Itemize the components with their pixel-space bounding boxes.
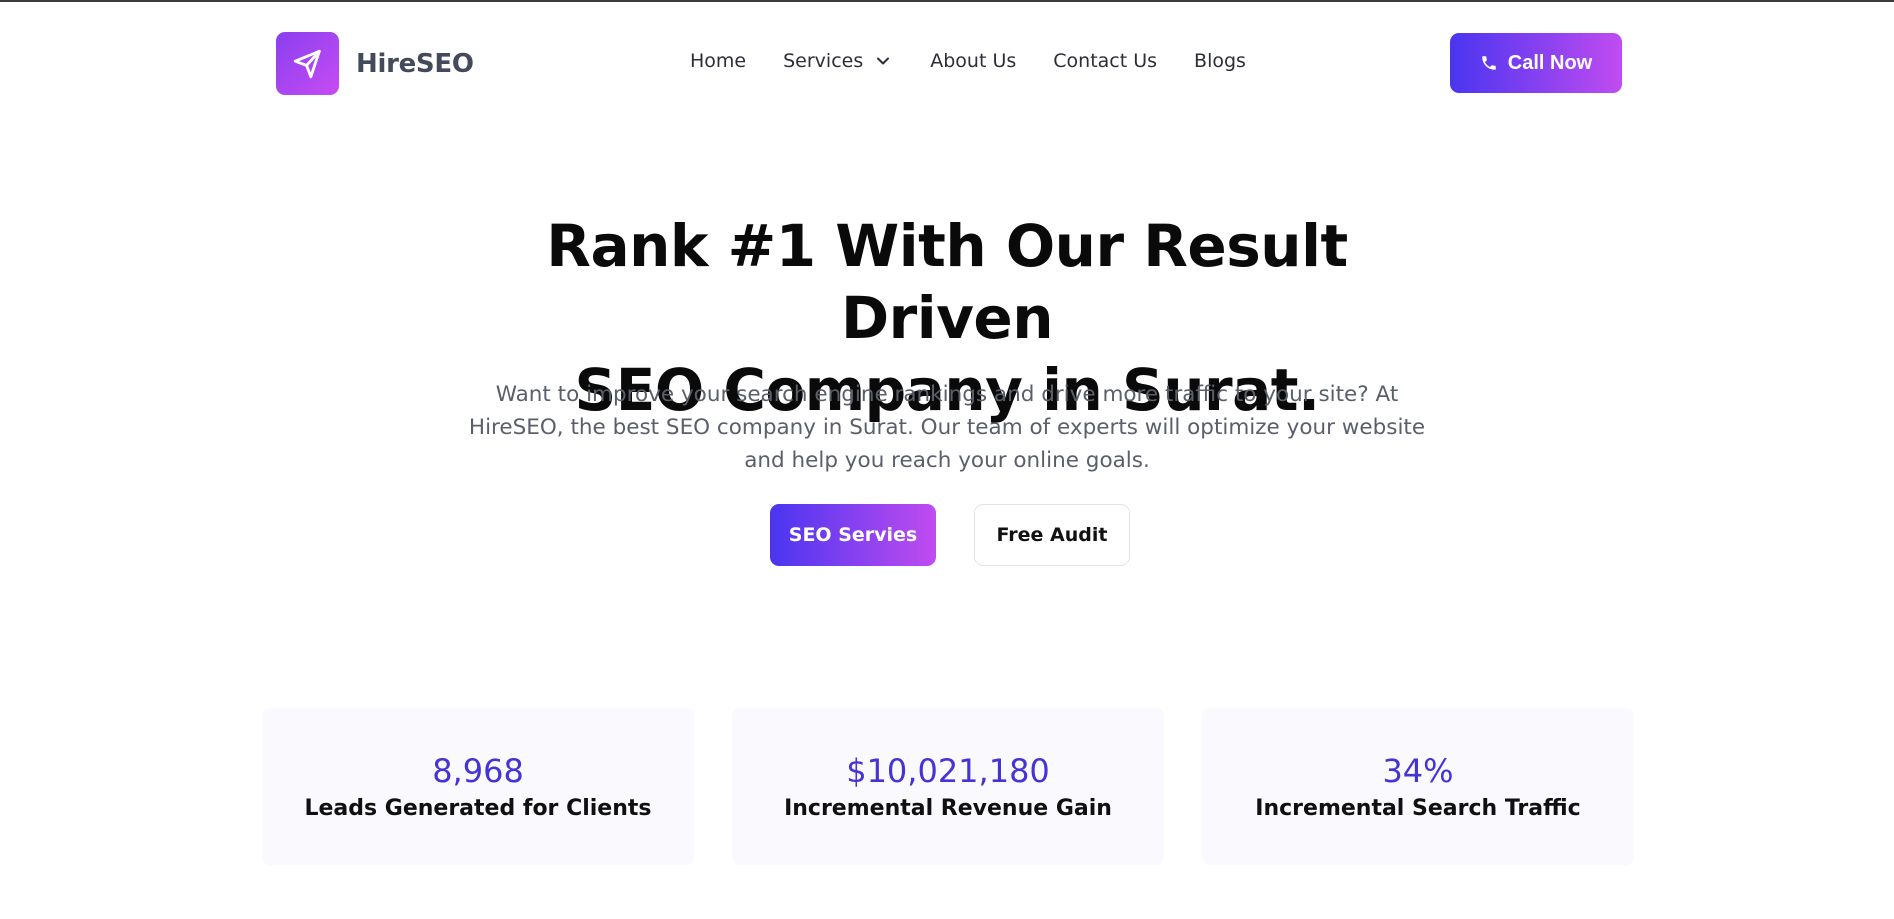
stats-section: 8,968 Leads Generated for Clients $10,02… xyxy=(262,708,1634,865)
stat-card-leads: 8,968 Leads Generated for Clients xyxy=(262,708,694,865)
site-header: HireSEO Home Services About Us Contact U… xyxy=(0,0,1894,126)
hero-title-line1: Rank #1 With Our Result Driven xyxy=(546,212,1348,352)
hero-actions: SEO Servies Free Audit xyxy=(770,504,1130,566)
call-now-button[interactable]: Call Now xyxy=(1450,33,1622,93)
nav-home-label: Home xyxy=(690,50,747,72)
stat-value: $10,021,180 xyxy=(846,752,1050,790)
nav-about-us-label: About Us xyxy=(930,50,1017,72)
stat-value: 34% xyxy=(1382,752,1454,790)
nav-services[interactable]: Services xyxy=(783,50,893,72)
nav-contact-us[interactable]: Contact Us xyxy=(1053,50,1157,72)
stat-label: Leads Generated for Clients xyxy=(304,796,652,821)
brand-name: HireSEO xyxy=(356,48,474,79)
logo-link[interactable]: HireSEO xyxy=(276,32,474,95)
call-now-label: Call Now xyxy=(1507,51,1593,74)
nav-blogs-label: Blogs xyxy=(1194,50,1246,72)
stat-value: 8,968 xyxy=(432,752,524,790)
main-nav: Home Services About Us Contact Us Blogs xyxy=(690,50,1246,72)
paper-plane-icon xyxy=(276,32,339,95)
nav-services-label: Services xyxy=(783,50,864,72)
phone-icon xyxy=(1482,56,1496,70)
seo-services-button[interactable]: SEO Servies xyxy=(770,504,936,566)
stat-card-revenue: $10,021,180 Incremental Revenue Gain xyxy=(732,708,1164,865)
nav-blogs[interactable]: Blogs xyxy=(1194,50,1246,72)
free-audit-button[interactable]: Free Audit xyxy=(974,504,1130,566)
nav-about-us[interactable]: About Us xyxy=(930,50,1016,72)
stat-label: Incremental Revenue Gain xyxy=(784,796,1112,821)
hero-description: Want to improve your search engine ranki… xyxy=(468,382,1426,473)
chevron-down-icon xyxy=(877,57,890,65)
stat-label: Incremental Search Traffic xyxy=(1255,796,1581,821)
nav-contact-us-label: Contact Us xyxy=(1053,50,1158,72)
nav-home[interactable]: Home xyxy=(690,50,746,72)
stat-card-traffic: 34% Incremental Search Traffic xyxy=(1202,708,1634,865)
